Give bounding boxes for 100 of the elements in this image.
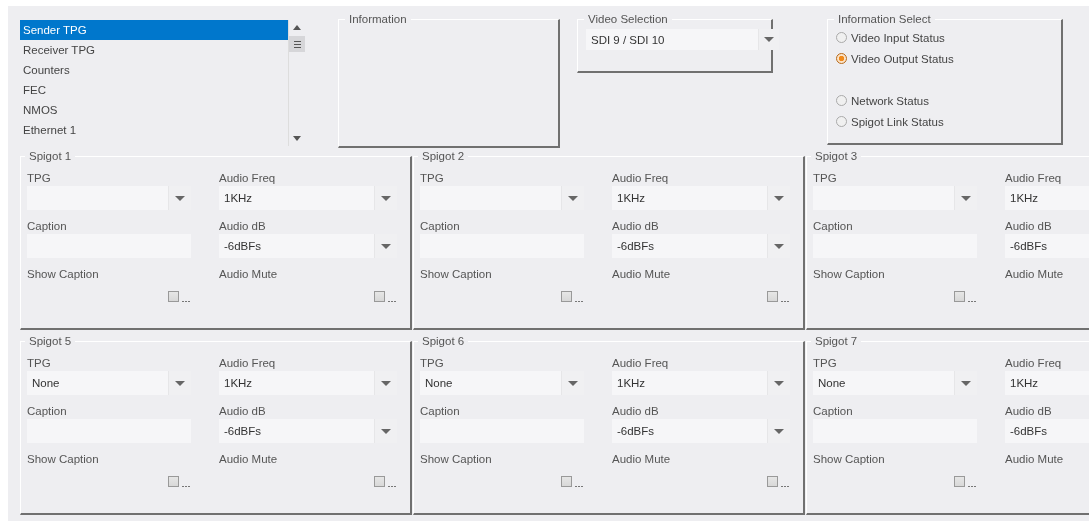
field-label: Audio Freq: [219, 356, 277, 371]
field-label: TPG: [813, 356, 838, 371]
list-item[interactable]: Sender TPG: [20, 20, 288, 40]
tpg-dropdown[interactable]: None: [27, 371, 191, 395]
list-item[interactable]: Counters: [20, 60, 288, 80]
field-label: TPG: [813, 171, 838, 186]
caret-icon: [961, 195, 971, 201]
audio-freq-dropdown[interactable]: 1KHz: [1005, 186, 1089, 210]
group-title: Spigot 2: [421, 150, 466, 162]
field-label: Caption: [420, 219, 461, 234]
audio-freq-dropdown[interactable]: 1KHz: [1005, 371, 1089, 395]
tpg-dropdown[interactable]: None: [813, 371, 977, 395]
audio-db-dropdown[interactable]: -6dBFs: [219, 419, 397, 443]
audio-db-dropdown[interactable]: -6dBFs: [1005, 234, 1089, 258]
field-label: TPG: [27, 356, 52, 371]
field-label: Audio Mute: [612, 452, 672, 467]
field-label: TPG: [27, 171, 52, 186]
field-label: Caption: [27, 219, 68, 234]
field-label: Caption: [420, 404, 461, 419]
radio-button[interactable]: [836, 95, 847, 106]
radio-label[interactable]: Spigot Link Status: [851, 115, 944, 128]
caret-icon: [381, 195, 391, 201]
caret-icon: [568, 380, 578, 386]
caret-icon: [381, 380, 391, 386]
field-label: Audio Mute: [219, 267, 279, 282]
field-label: TPG: [420, 356, 445, 371]
field-label: Audio dB: [1005, 404, 1053, 419]
scroll-thumb[interactable]: [289, 36, 305, 52]
field-label: Audio dB: [219, 219, 267, 234]
checkbox[interactable]: [168, 476, 179, 487]
radio-button[interactable]: [836, 53, 847, 64]
field-label: Audio dB: [612, 219, 660, 234]
caret-icon: [774, 380, 784, 386]
field-label: Caption: [813, 219, 854, 234]
checkbox[interactable]: [374, 291, 385, 302]
group-title: Spigot 1: [28, 150, 73, 162]
caret-icon: [381, 428, 391, 434]
field-label: Caption: [813, 404, 854, 419]
caret-icon: [764, 37, 774, 42]
field-label: Audio Freq: [219, 171, 277, 186]
field-label: Audio Mute: [219, 452, 279, 467]
audio-freq-dropdown[interactable]: 1KHz: [219, 186, 397, 210]
group-title: Spigot 3: [814, 150, 859, 162]
audio-freq-dropdown[interactable]: 1KHz: [612, 371, 790, 395]
radio-label[interactable]: Network Status: [851, 94, 929, 107]
field-label: Show Caption: [420, 267, 493, 282]
checkbox[interactable]: [954, 291, 965, 302]
caret-icon: [568, 195, 578, 201]
video-dropdown[interactable]: SDI 9 / SDI 10: [586, 29, 779, 50]
caret-icon: [774, 195, 784, 201]
field-label: Audio dB: [1005, 219, 1053, 234]
list-item[interactable]: Ethernet 1: [20, 120, 288, 140]
audio-db-dropdown[interactable]: -6dBFs: [612, 234, 790, 258]
field-label: Show Caption: [27, 267, 100, 282]
group-title: Spigot 6: [421, 335, 466, 347]
checkbox[interactable]: [767, 291, 778, 302]
list-item[interactable]: FEC: [20, 80, 288, 100]
field-label: Audio Freq: [612, 171, 670, 186]
caret-icon: [381, 243, 391, 249]
group-title: Spigot 5: [28, 335, 73, 347]
audio-freq-dropdown[interactable]: 1KHz: [612, 186, 790, 210]
group-title: Information: [348, 13, 408, 25]
group-title: Video Selection: [587, 13, 669, 25]
field-label: Audio Freq: [1005, 171, 1063, 186]
field-label: Audio Mute: [612, 267, 672, 282]
field-label: Audio dB: [219, 404, 267, 419]
field-label: Audio Mute: [1005, 267, 1065, 282]
checkbox[interactable]: [954, 476, 965, 487]
radio-button[interactable]: [836, 116, 847, 127]
radio-button[interactable]: [836, 32, 847, 43]
checkbox[interactable]: [168, 291, 179, 302]
caret-icon: [175, 195, 185, 201]
field-label: Audio dB: [612, 404, 660, 419]
field-label: TPG: [420, 171, 445, 186]
audio-freq-dropdown[interactable]: 1KHz: [219, 371, 397, 395]
group-title: Spigot 7: [814, 335, 859, 347]
field-label: Audio Mute: [1005, 452, 1065, 467]
checkbox[interactable]: [561, 476, 572, 487]
field-label: Caption: [27, 404, 68, 419]
checkbox[interactable]: [374, 476, 385, 487]
list-item[interactable]: Receiver TPG: [20, 40, 288, 60]
field-label: Audio Freq: [612, 356, 670, 371]
caret-icon: [774, 243, 784, 249]
radio-label[interactable]: Video Output Status: [851, 52, 954, 65]
caret-icon: [175, 380, 185, 386]
radio-label[interactable]: Video Input Status: [851, 31, 945, 44]
checkbox[interactable]: [767, 476, 778, 487]
audio-db-dropdown[interactable]: -6dBFs: [1005, 419, 1089, 443]
audio-db-dropdown[interactable]: -6dBFs: [612, 419, 790, 443]
caret-icon: [961, 380, 971, 386]
list-item[interactable]: NMOS: [20, 100, 288, 120]
field-label: Show Caption: [27, 452, 100, 467]
checkbox[interactable]: [561, 291, 572, 302]
field-label: Show Caption: [813, 267, 886, 282]
group-title: Information Select: [837, 13, 932, 25]
field-label: Show Caption: [813, 452, 886, 467]
field-label: Show Caption: [420, 452, 493, 467]
caret-icon: [774, 428, 784, 434]
audio-db-dropdown[interactable]: -6dBFs: [219, 234, 397, 258]
tpg-dropdown[interactable]: None: [420, 371, 584, 395]
